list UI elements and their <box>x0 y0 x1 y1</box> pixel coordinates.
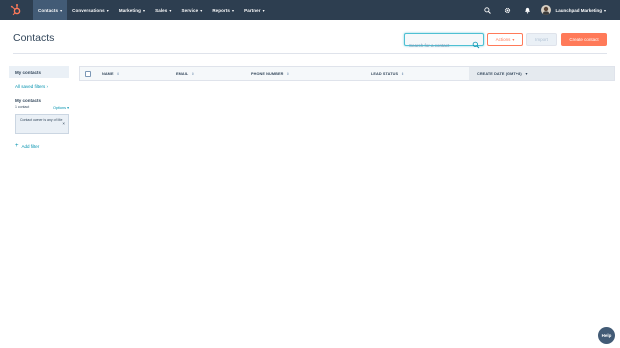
column-header-lead-status[interactable]: LEAD STATUS ⇕ <box>371 67 404 80</box>
column-header-phone-number[interactable]: PHONE NUMBER ⇕ <box>251 67 289 80</box>
search-icon[interactable] <box>477 0 497 20</box>
import-button[interactable]: Import <box>526 33 557 46</box>
nav-reports[interactable]: Reports ▾ <box>207 0 239 20</box>
filter-section-meta: 1 contact Options ▾ <box>9 105 69 110</box>
plus-icon: + <box>15 143 19 149</box>
search-input[interactable] <box>405 40 471 51</box>
sort-descending-icon: ▼ <box>524 71 529 76</box>
column-header-name[interactable]: NAME ⇕ <box>102 67 120 80</box>
chevron-down-icon: ▾ <box>106 7 109 13</box>
add-filter-button[interactable]: + Add filter <box>9 143 69 149</box>
avatar <box>541 5 552 15</box>
hubspot-logo-icon[interactable] <box>9 3 23 17</box>
chevron-down-icon: ▾ <box>232 7 235 13</box>
filter-chip-text: Contact owner is any of Me <box>20 118 63 122</box>
column-header-email[interactable]: EMAIL ⇕ <box>176 67 194 80</box>
filter-chip[interactable]: Contact owner is any of Me × <box>15 114 69 134</box>
search-icon <box>472 36 480 49</box>
chevron-right-icon: › <box>46 84 49 89</box>
search-field[interactable] <box>404 33 484 51</box>
contact-count: 1 contact <box>15 105 30 109</box>
sort-icon: ⇕ <box>116 71 120 76</box>
help-button[interactable]: Help <box>598 327 615 344</box>
view-my-contacts[interactable]: My contacts <box>9 66 69 78</box>
chevron-down-icon: ▾ <box>67 106 69 110</box>
filters-sidebar: My contacts All saved filters › My conta… <box>9 66 69 149</box>
select-all-checkbox[interactable] <box>85 71 91 77</box>
column-header-create-date[interactable]: CREATE DATE (GMT+8) ▼ <box>469 67 614 80</box>
account-name: Launchpad Marketing <box>555 7 602 13</box>
nav-contacts[interactable]: Contacts ▾ <box>33 0 68 20</box>
nav-partner[interactable]: Partner ▾ <box>239 0 270 20</box>
top-navigation: Contacts ▾ Conversations ▾ Marketing ▾ Sale… <box>0 0 620 20</box>
nav-service[interactable]: Service ▾ <box>176 0 207 20</box>
account-menu[interactable]: Launchpad Marketing ▾ <box>537 0 620 20</box>
table-header: NAME ⇕ EMAIL ⇕ PHONE NUMBER ⇕ LEAD STATUS ⇕ … <box>79 66 615 81</box>
sort-icon: ⇕ <box>286 71 290 76</box>
chevron-down-icon: ▾ <box>262 7 265 13</box>
bell-icon[interactable] <box>517 0 537 20</box>
chevron-down-icon: ▾ <box>169 7 172 13</box>
actions-button[interactable]: Actions ▾ <box>487 33 523 46</box>
page-title: Contacts <box>13 32 55 44</box>
chevron-down-icon: ▾ <box>143 7 146 13</box>
chevron-down-icon: ▾ <box>512 37 515 42</box>
nav-conversations[interactable]: Conversations ▾ <box>67 0 114 20</box>
nav-marketing[interactable]: Marketing ▾ <box>114 0 150 20</box>
sort-icon: ⇕ <box>401 71 405 76</box>
nav-sales[interactable]: Sales ▾ <box>150 0 176 20</box>
create-contact-button[interactable]: Create contact <box>561 33 607 46</box>
close-icon[interactable]: × <box>62 121 65 127</box>
filter-section-title: My contacts <box>15 98 42 103</box>
options-dropdown[interactable]: Options ▾ <box>53 105 69 110</box>
nav-right-group: Launchpad Marketing ▾ <box>477 0 620 20</box>
gear-icon[interactable] <box>497 0 517 20</box>
header-divider <box>13 53 607 54</box>
all-saved-filters-link[interactable]: All saved filters › <box>9 84 69 89</box>
chevron-down-icon: ▾ <box>200 7 203 13</box>
chevron-down-icon: ▾ <box>603 7 606 13</box>
chevron-down-icon: ▾ <box>60 7 63 13</box>
sort-icon: ⇕ <box>191 71 195 76</box>
